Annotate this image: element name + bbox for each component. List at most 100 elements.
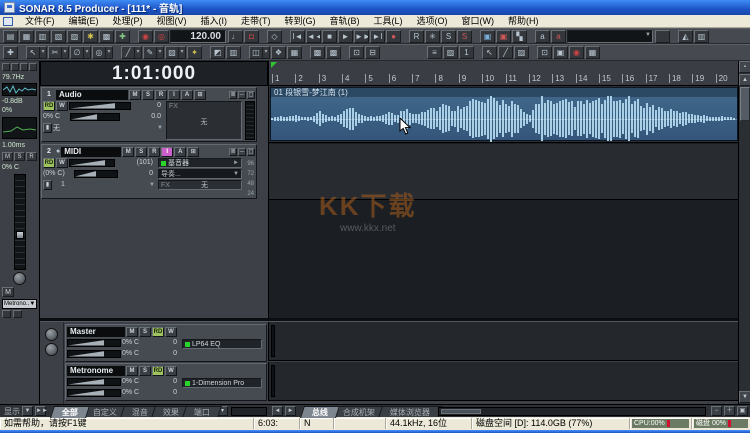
audiosnap-enable-button[interactable]: a (535, 30, 550, 43)
snap-to-grid-button[interactable]: ▣ (480, 30, 495, 43)
inspector-m-chip[interactable]: M (2, 287, 14, 297)
show-markers-button[interactable]: ▩ (326, 46, 341, 59)
bus-send-slider[interactable] (67, 389, 121, 397)
midi-output-chip[interactable]: 基音器 ► (158, 158, 242, 168)
bus-tab-right-icon[interactable]: ► (285, 406, 296, 416)
inspector-solo-button[interactable]: S (14, 152, 25, 161)
pan-slider[interactable] (70, 113, 120, 121)
chevron-down-icon[interactable]: ▾ (262, 47, 269, 58)
go-to-end-button[interactable]: ►I (370, 30, 385, 43)
fast-forward-button[interactable]: ►► (354, 30, 369, 43)
read-automation-button[interactable]: RD (43, 158, 55, 168)
scroll-up-icon[interactable]: ▲ (739, 74, 750, 86)
bus-header-master[interactable]: Master M S RD W 0% C 0 0% C 0 LP64 EQ (65, 324, 267, 362)
solo-button[interactable]: S (142, 90, 154, 100)
audio-engine-button[interactable]: ▣ (496, 30, 511, 43)
bank-select[interactable]: 导奏... ▼ (158, 169, 242, 179)
envelope-draw-tool-button[interactable]: ╱▾ (121, 46, 142, 59)
write-automation-button[interactable]: W (56, 101, 68, 111)
bus-volume-slider[interactable] (67, 339, 121, 347)
pattern-tool-button[interactable]: ▨▾ (165, 46, 186, 59)
tab-all[interactable]: 全部 (50, 406, 90, 418)
freeze-button[interactable]: ⊞ (194, 90, 206, 100)
scroll-corner-button[interactable]: ▪ (739, 61, 750, 73)
inspector-mini-icon-1[interactable] (2, 310, 11, 318)
track-minimize-icon[interactable]: ─ (238, 148, 246, 156)
step-record-button[interactable]: S (457, 30, 472, 43)
inspector-io-icon[interactable] (29, 63, 37, 71)
tab-buses[interactable]: 总线 (300, 406, 340, 418)
go-to-start-button[interactable]: I◄ (290, 30, 305, 43)
track-restore-icon[interactable]: ≣ (229, 148, 237, 156)
bus-volume-slider[interactable] (67, 378, 121, 386)
views-staff-button[interactable]: ▨ (67, 30, 82, 43)
views-loop-construction-button[interactable]: ✱ (83, 30, 98, 43)
audio-clip[interactable]: 01 段银雪-梦江南 (1) (270, 87, 738, 141)
inspector-mute-button[interactable]: M (2, 152, 13, 161)
track-manager-button[interactable]: ✚ (3, 46, 18, 59)
hatch-tool-button[interactable]: ▨ (514, 46, 529, 59)
menu-tools[interactable]: 工具(L) (367, 15, 410, 27)
automation-snapshot-button[interactable]: ◎ (154, 30, 169, 43)
menu-transport[interactable]: 走带(T) (234, 15, 278, 27)
zoom-tool-button[interactable]: ◎▾ (92, 46, 113, 59)
menu-help[interactable]: 帮助(H) (501, 15, 546, 27)
record-automation-button[interactable]: ◉ (138, 30, 153, 43)
layer-select-button[interactable]: 1 (459, 46, 474, 59)
clip-properties-button[interactable]: ▣ (553, 46, 568, 59)
bus-lane-metronome[interactable] (268, 362, 738, 401)
input-select[interactable]: 无 (53, 123, 60, 133)
lock-clip-button[interactable]: ⊟ (365, 46, 380, 59)
views-sysx-button[interactable]: ▩ (99, 30, 114, 43)
menu-edit[interactable]: 编辑(E) (62, 15, 106, 27)
inspector-bus-select[interactable]: Metrono..▼ (2, 299, 37, 309)
bus-header-metronome[interactable]: Metronome M S RD W 0% C 0 0% C 0 1-Dimen… (65, 363, 267, 401)
vertical-scrollbar[interactable]: ▪ ▲ ▼ (738, 61, 750, 404)
midi-channel-select[interactable]: 1 (61, 181, 65, 188)
eq-percent-value[interactable]: 0% (2, 106, 37, 115)
menu-options[interactable]: 选项(O) (410, 15, 455, 27)
zoom-out-icon[interactable]: − (711, 406, 722, 416)
sync-mode-button[interactable]: ◇ (267, 30, 282, 43)
midi-channel-icon[interactable]: ▮ (43, 180, 52, 190)
track-name-field[interactable]: Audio (56, 90, 128, 100)
tab-scroll-icon[interactable]: ►► (35, 406, 46, 416)
volume-slider[interactable] (69, 159, 115, 167)
views-console-view-button[interactable]: ▦ (19, 30, 34, 43)
loop-on-off-button[interactable]: ✳ (425, 30, 440, 43)
archive-button[interactable]: A (174, 147, 186, 157)
reset-midi-button[interactable]: ▚ (512, 30, 527, 43)
solo-button[interactable]: S (135, 147, 147, 157)
chevron-down-icon[interactable]: ▾ (156, 47, 163, 58)
zoom-in-icon[interactable]: ＋ (724, 406, 735, 416)
archive-button[interactable]: A (181, 90, 193, 100)
menu-go[interactable]: 转到(G) (278, 15, 323, 27)
now-time-display[interactable]: 1:01:000 (40, 61, 268, 86)
scrollbar-thumb[interactable] (740, 87, 750, 121)
read-automation-button[interactable]: RD (152, 366, 164, 376)
virtual-keyboard-button[interactable]: ▦ (585, 46, 600, 59)
properties-button[interactable]: ⊡ (537, 46, 552, 59)
inspector-pan-knob[interactable] (13, 272, 26, 285)
read-automation-button[interactable]: RD (152, 327, 164, 337)
bus-name-field[interactable]: Master (67, 327, 125, 337)
stop-button[interactable]: ■ (322, 30, 337, 43)
mute-button[interactable]: M (126, 366, 138, 376)
bus-knob-icon[interactable] (45, 343, 58, 356)
bus-send-slider[interactable] (67, 350, 121, 358)
edit-tool-button[interactable]: ↖ (482, 46, 497, 59)
volume-slider[interactable] (69, 102, 131, 110)
rewind-button[interactable]: ◄◄ (306, 30, 321, 43)
bus-fx-chip[interactable]: LP64 EQ (182, 339, 262, 349)
fx-bin-midi[interactable]: FX 无 (158, 180, 242, 190)
views-track-view-button[interactable]: ▤ (3, 30, 18, 43)
mute-button[interactable]: M (126, 327, 138, 337)
eq-frequency-value[interactable]: 79.7Hz (2, 73, 37, 82)
mute-button[interactable]: M (129, 90, 141, 100)
zoom-tool-icon[interactable]: ▣ (737, 406, 748, 416)
bus-name-field[interactable]: Metronome (67, 366, 125, 376)
show-grid-button[interactable]: ▩ (310, 46, 325, 59)
audiosnap-options-button[interactable]: a (551, 30, 566, 43)
smart-tool-button[interactable]: ↖▾ (26, 46, 47, 59)
split-tool-button[interactable]: ✂▾ (48, 46, 69, 59)
